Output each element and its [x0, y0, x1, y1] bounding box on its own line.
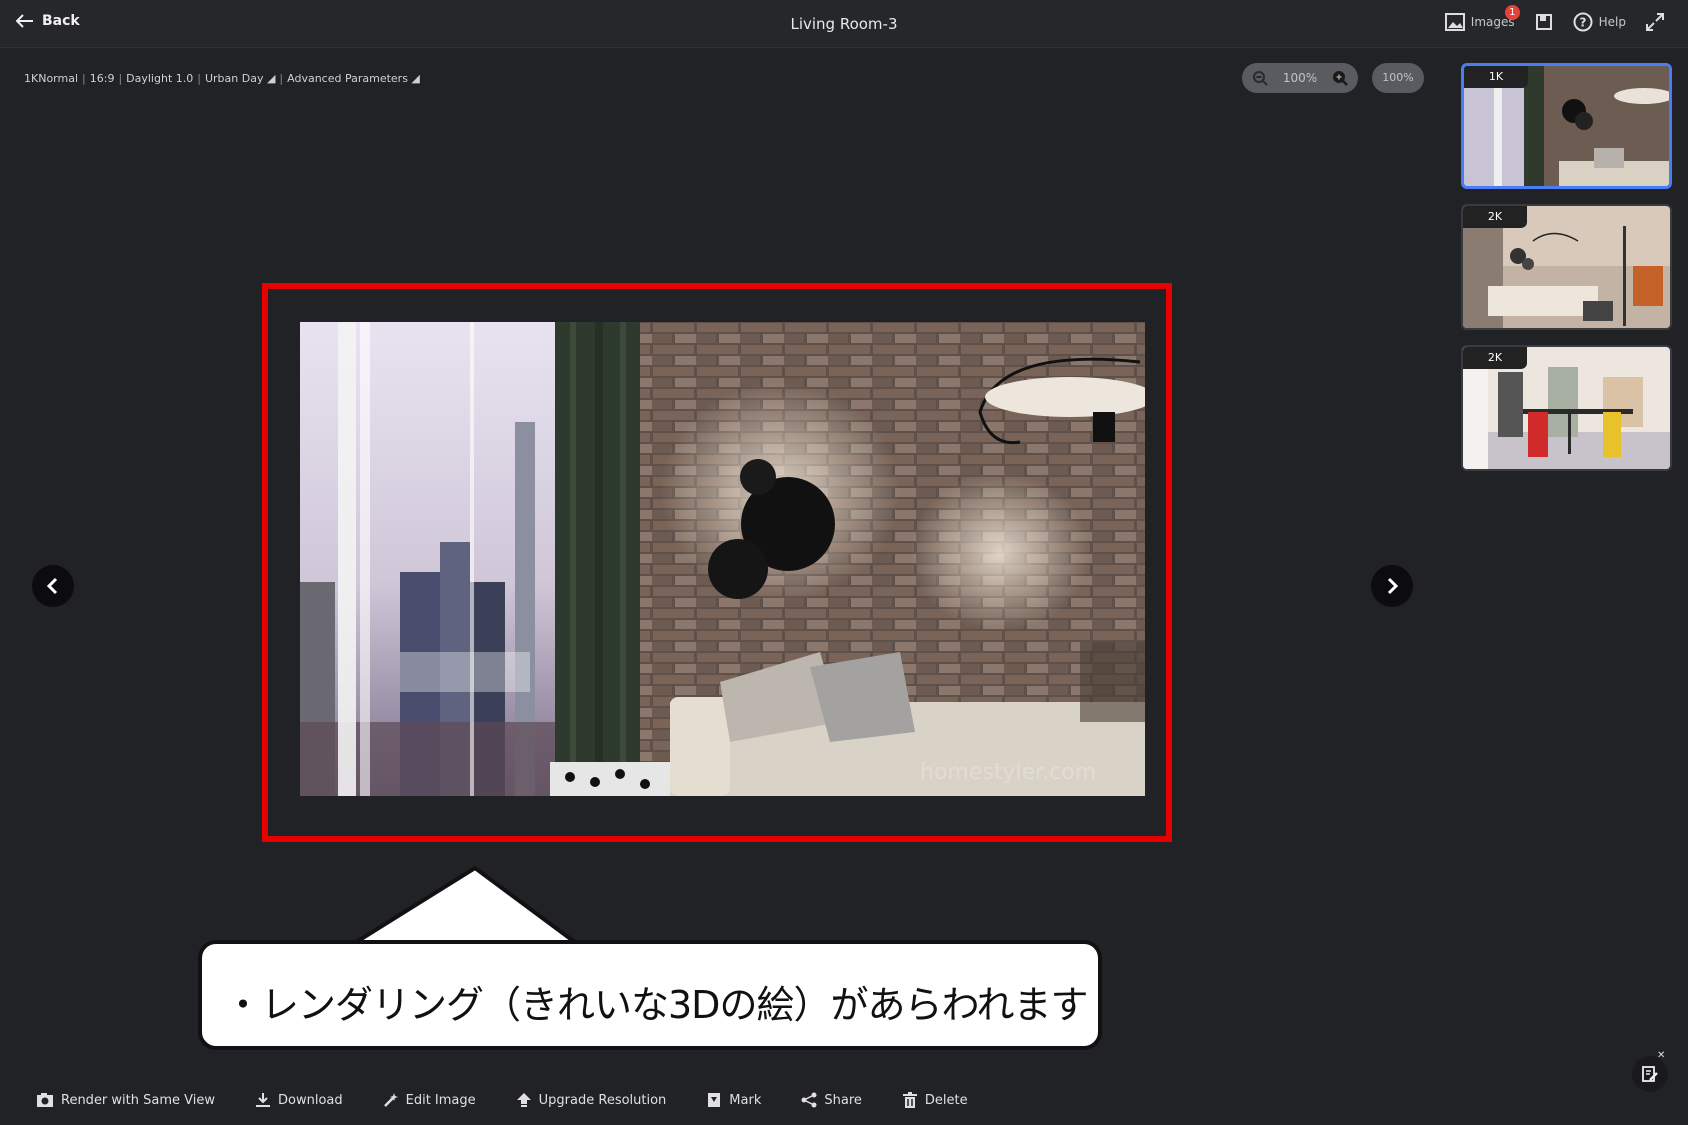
images-button[interactable]: Images 1	[1444, 5, 1520, 31]
zoom-control: 100%	[1242, 63, 1358, 93]
edit-image-button[interactable]: Edit Image	[383, 1092, 476, 1108]
render-same-view-label: Render with Same View	[61, 1092, 215, 1108]
image-icon	[1444, 13, 1465, 31]
render-image: homestyler.com	[300, 322, 1145, 796]
render-parameters: 1KNormal | 16:9 | Daylight 1.0 | Urban D…	[24, 72, 420, 85]
download-button[interactable]: Download	[255, 1092, 343, 1108]
trash-icon	[902, 1092, 917, 1108]
chevron-left-icon	[46, 577, 58, 595]
upgrade-resolution-button[interactable]: Upgrade Resolution	[516, 1092, 667, 1108]
thumbnail-3[interactable]: 2K	[1461, 345, 1672, 471]
save-button[interactable]	[1535, 13, 1553, 31]
thumbnail-1[interactable]: 1K	[1461, 63, 1672, 189]
chevron-right-icon	[1387, 577, 1399, 595]
previous-image-button[interactable]	[32, 565, 74, 607]
images-count-badge: 1	[1504, 5, 1520, 20]
zoom-out-icon[interactable]	[1252, 70, 1268, 86]
advanced-parameters-dropdown[interactable]: Advanced Parameters ◢	[287, 72, 420, 85]
zoom-reset-button[interactable]: 100%	[1372, 63, 1424, 93]
magic-wand-icon	[383, 1093, 398, 1107]
param-environment-dropdown[interactable]: Urban Day ◢	[205, 72, 275, 85]
close-feedback-icon[interactable]: ✕	[1657, 1050, 1665, 1061]
mark-button[interactable]: Mark	[706, 1092, 761, 1108]
fullscreen-button[interactable]	[1646, 13, 1664, 31]
param-separator: |	[82, 72, 86, 85]
upgrade-resolution-label: Upgrade Resolution	[538, 1092, 667, 1108]
delete-button[interactable]: Delete	[902, 1092, 968, 1108]
watermark-text: homestyler.com	[920, 760, 1096, 785]
action-bar: Render with Same View Download Edit Imag…	[0, 1080, 1688, 1120]
thumbnail-2[interactable]: 2K	[1461, 204, 1672, 330]
download-label: Download	[278, 1092, 343, 1108]
top-bar: Back Living Room-3 Images 1 ? Help	[0, 0, 1688, 48]
zoom-value: 100%	[1282, 71, 1318, 85]
delete-label: Delete	[924, 1092, 968, 1108]
share-label: Share	[824, 1092, 862, 1108]
thumbnail-resolution-label: 2K	[1463, 347, 1527, 369]
param-separator: |	[118, 72, 123, 85]
help-label: Help	[1598, 15, 1626, 29]
param-daylight: Daylight 1.0	[126, 72, 194, 85]
edit-image-label: Edit Image	[405, 1092, 476, 1108]
param-ratio: 16:9	[89, 72, 115, 85]
upload-arrow-icon	[516, 1093, 531, 1107]
zoom-in-icon[interactable]	[1332, 70, 1348, 86]
edit-note-icon	[1642, 1066, 1658, 1082]
thumbnail-resolution-label: 2K	[1463, 206, 1527, 228]
next-image-button[interactable]	[1371, 565, 1413, 607]
feedback-button[interactable]	[1632, 1056, 1668, 1092]
help-button[interactable]: ? Help	[1573, 12, 1626, 32]
render-picture: homestyler.com	[300, 322, 1145, 796]
help-icon: ?	[1573, 12, 1593, 32]
save-icon	[1535, 14, 1552, 30]
thumbnail-resolution-label: 1K	[1464, 66, 1528, 88]
param-separator: |	[279, 72, 284, 85]
param-quality: 1KNormal	[24, 72, 79, 85]
share-icon	[801, 1092, 817, 1108]
share-button[interactable]: Share	[801, 1092, 862, 1108]
param-separator: |	[197, 72, 201, 85]
camera-icon	[37, 1093, 53, 1107]
render-same-view-button[interactable]: Render with Same View	[36, 1092, 215, 1108]
callout-pointer	[350, 865, 580, 946]
svg-text:?: ?	[1579, 16, 1586, 30]
bookmark-icon	[708, 1093, 721, 1107]
top-right-toolbar: Images 1 ? Help	[1444, 5, 1664, 32]
page-title: Living Room-3	[790, 15, 898, 33]
callout-box: ・レンダリング（きれいな3Dの絵）があらわれます	[198, 940, 1102, 1050]
expand-icon	[1646, 13, 1664, 31]
mark-label: Mark	[729, 1092, 762, 1108]
download-icon	[256, 1093, 270, 1107]
render-thumbnail-list: 1K 2K 2K	[1461, 63, 1672, 486]
callout-text: ・レンダリング（きれいな3Dの絵）があらわれます	[224, 983, 1089, 1027]
